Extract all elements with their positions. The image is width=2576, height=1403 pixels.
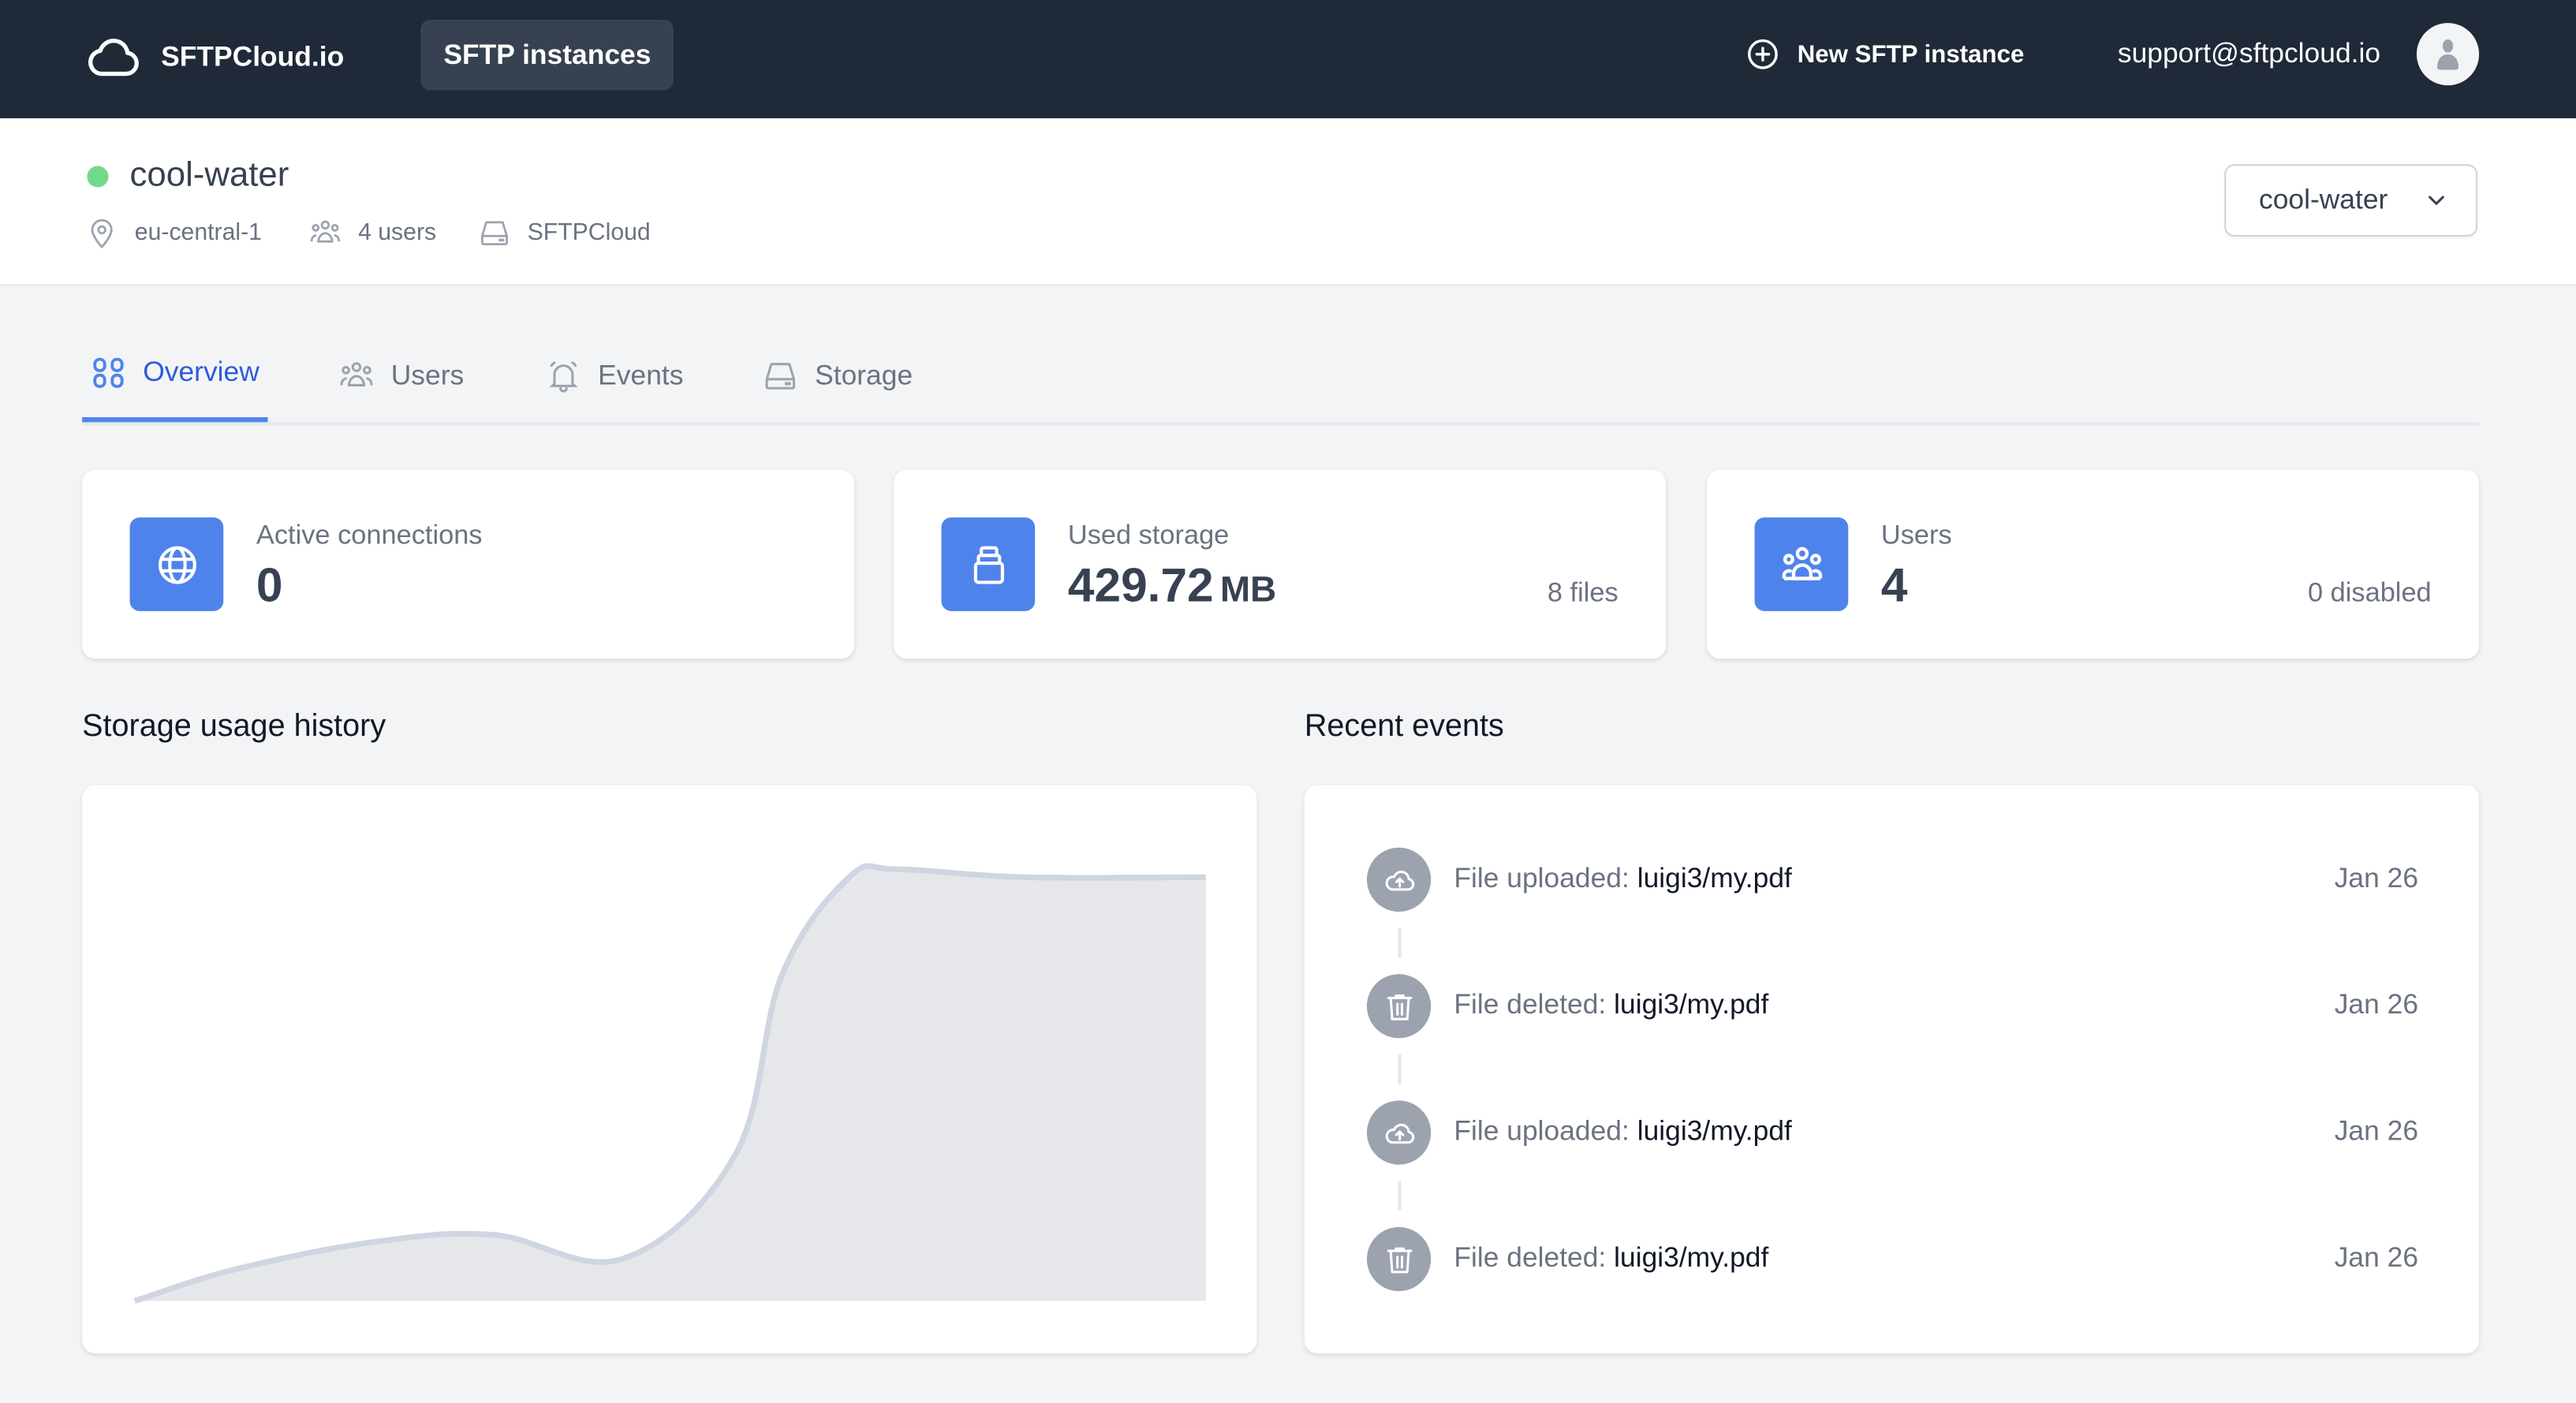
event-item[interactable]: File deleted: luigi3/my.pdf Jan 26 bbox=[1366, 974, 2419, 1039]
hard-drive-icon bbox=[480, 221, 508, 246]
event-file: luigi3/my.pdf bbox=[1614, 988, 1769, 1021]
tab-overview[interactable]: Overview bbox=[82, 329, 268, 423]
stat-aux: 0 disabled bbox=[2307, 578, 2432, 608]
tab-label: Users bbox=[390, 359, 465, 390]
stat-icon-box bbox=[941, 517, 1036, 611]
users-icon bbox=[310, 220, 341, 243]
storage-history-card bbox=[82, 785, 1257, 1354]
event-label: File uploaded: bbox=[1454, 1115, 1630, 1147]
tab-storage[interactable]: Storage bbox=[762, 329, 913, 423]
plus-circle-icon bbox=[1748, 39, 1778, 69]
storage-history-title: Storage usage history bbox=[82, 709, 386, 744]
users-icon bbox=[1781, 546, 1822, 580]
event-item[interactable]: File uploaded: luigi3/my.pdf Jan 26 bbox=[1366, 847, 2419, 913]
tab-users[interactable]: Users bbox=[338, 329, 464, 423]
event-text: File uploaded: luigi3/my.pdf bbox=[1454, 863, 1792, 896]
instance-selector[interactable]: cool-water bbox=[2224, 164, 2478, 237]
users-count-label: 4 users bbox=[358, 220, 437, 247]
stat-card-storage: Used storage 429.72 MB 8 files bbox=[894, 469, 1667, 659]
user-icon bbox=[2436, 39, 2459, 70]
tab-label: Events bbox=[598, 359, 684, 390]
meta-region: eu-central-1 bbox=[85, 217, 262, 250]
brand-link[interactable]: SFTPCloud.io bbox=[85, 29, 344, 85]
tab-bar: Overview Users Events Storage bbox=[82, 329, 2480, 426]
meta-storage: SFTPCloud bbox=[478, 217, 651, 250]
users-icon bbox=[340, 361, 373, 386]
timeline-connector bbox=[1398, 1054, 1402, 1084]
stat-label: Active connections bbox=[256, 521, 483, 550]
event-date: Jan 26 bbox=[2334, 862, 2419, 894]
trash-icon bbox=[1386, 1246, 1412, 1273]
timeline-connector bbox=[1398, 1181, 1402, 1211]
recent-events-card: File uploaded: luigi3/my.pdf Jan 26 File… bbox=[1304, 785, 2480, 1354]
tab-label: Overview bbox=[143, 356, 259, 388]
cloud-icon bbox=[88, 39, 139, 76]
event-text: File deleted: luigi3/my.pdf bbox=[1454, 1242, 1768, 1275]
event-icon-badge bbox=[1366, 847, 1432, 912]
stat-value: 429.72 MB bbox=[1068, 560, 1276, 614]
status-indicator bbox=[87, 166, 109, 188]
stat-value: 4 bbox=[1880, 560, 1908, 613]
stat-value: 0 bbox=[256, 560, 283, 613]
new-instance-label: New SFTP instance bbox=[1797, 40, 2025, 69]
event-label: File deleted: bbox=[1454, 988, 1607, 1021]
recent-events-title: Recent events bbox=[1304, 709, 1504, 744]
event-item[interactable]: File uploaded: luigi3/my.pdf Jan 26 bbox=[1366, 1100, 2419, 1166]
region-label: eu-central-1 bbox=[134, 220, 262, 247]
tab-label: Storage bbox=[815, 359, 913, 390]
event-file: luigi3/my.pdf bbox=[1637, 1115, 1792, 1147]
app-root: SFTPCloud.io SFTP instances New SFTP ins… bbox=[0, 0, 2576, 1403]
new-instance-button[interactable]: New SFTP instance bbox=[1745, 36, 2024, 73]
instance-header bbox=[0, 118, 2576, 286]
event-icon-badge bbox=[1366, 1100, 1432, 1165]
event-text: File uploaded: luigi3/my.pdf bbox=[1454, 1115, 1792, 1148]
event-file: luigi3/my.pdf bbox=[1637, 862, 1792, 894]
bell-icon bbox=[549, 360, 578, 392]
avatar[interactable] bbox=[2416, 23, 2480, 86]
grid-icon bbox=[93, 357, 124, 388]
user-email[interactable]: support@sftpcloud.io bbox=[2118, 38, 2380, 71]
archive-icon bbox=[973, 545, 1003, 584]
stat-icon-box bbox=[129, 517, 224, 611]
chevron-down-icon bbox=[2429, 196, 2445, 205]
hard-drive-icon bbox=[765, 362, 796, 389]
stat-label: Used storage bbox=[1067, 521, 1230, 550]
instance-name: cool-water bbox=[129, 155, 289, 194]
globe-icon bbox=[157, 545, 196, 584]
event-date: Jan 26 bbox=[2334, 988, 2419, 1021]
storage-history-chart bbox=[133, 863, 1206, 1304]
event-file: luigi3/my.pdf bbox=[1614, 1241, 1769, 1274]
instance-selector-value: cool-water bbox=[2258, 184, 2388, 215]
timeline-connector bbox=[1398, 927, 1402, 958]
stat-aux: 8 files bbox=[1547, 578, 1618, 608]
event-date: Jan 26 bbox=[2334, 1241, 2419, 1274]
event-label: File deleted: bbox=[1454, 1241, 1607, 1274]
trash-icon bbox=[1386, 993, 1412, 1020]
event-icon-badge bbox=[1366, 1226, 1432, 1292]
storage-number: 429.72 bbox=[1067, 560, 1214, 613]
event-date: Jan 26 bbox=[2334, 1115, 2419, 1147]
brand-name: SFTPCloud.io bbox=[161, 41, 345, 73]
location-pin-icon bbox=[91, 218, 113, 249]
stat-label: Users bbox=[1880, 521, 1952, 550]
stat-icon-box bbox=[1754, 517, 1849, 611]
stat-card-users: Users 4 0 disabled bbox=[1707, 469, 2480, 659]
stat-card-connections: Active connections 0 bbox=[82, 469, 855, 659]
tab-events[interactable]: Events bbox=[546, 329, 684, 423]
cloud-upload-icon bbox=[1384, 1122, 1414, 1144]
top-nav: SFTPCloud.io SFTP instances New SFTP ins… bbox=[0, 0, 2576, 118]
nav-sftp-instances[interactable]: SFTP instances bbox=[420, 19, 674, 91]
event-icon-badge bbox=[1366, 974, 1432, 1039]
event-label: File uploaded: bbox=[1454, 862, 1630, 894]
event-item[interactable]: File deleted: luigi3/my.pdf Jan 26 bbox=[1366, 1226, 2419, 1293]
meta-users: 4 users bbox=[309, 217, 437, 250]
storage-provider-label: SFTPCloud bbox=[527, 220, 651, 247]
storage-unit: MB bbox=[1219, 568, 1277, 610]
event-text: File deleted: luigi3/my.pdf bbox=[1454, 989, 1768, 1022]
cloud-upload-icon bbox=[1384, 869, 1414, 890]
